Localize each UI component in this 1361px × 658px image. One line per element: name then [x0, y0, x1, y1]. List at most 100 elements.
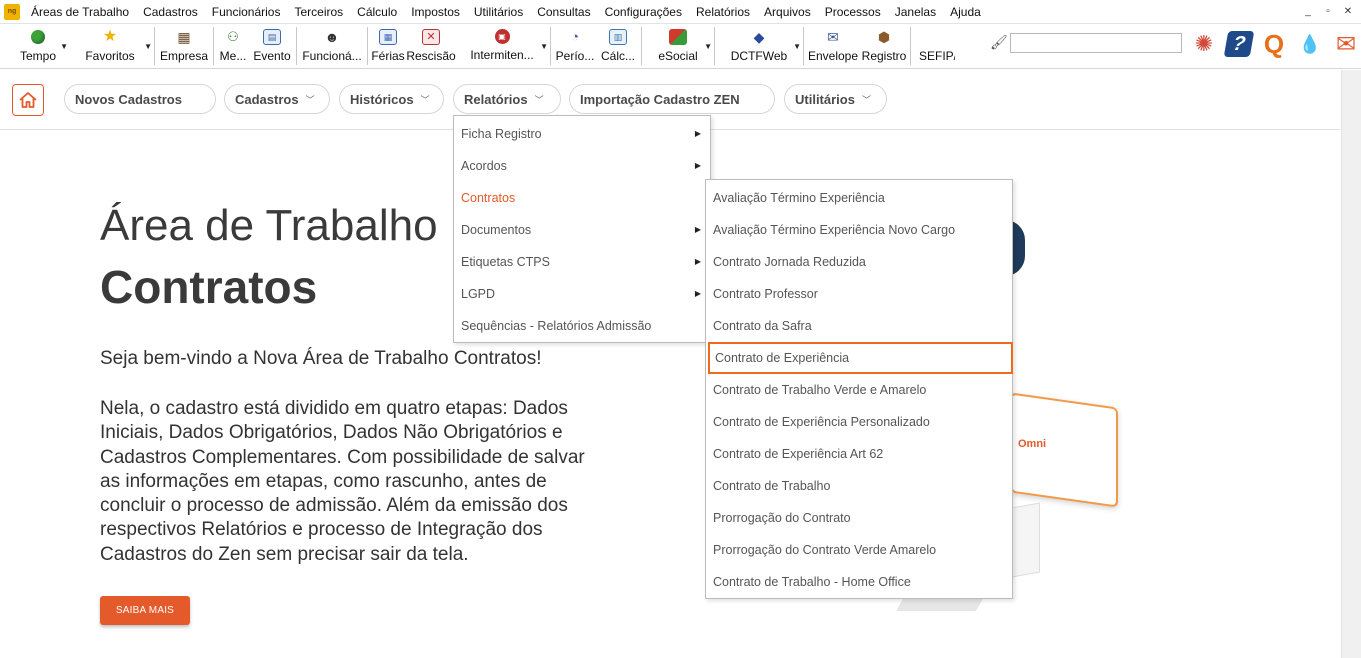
- toolbar-label: SEFIP/F: [919, 49, 955, 63]
- chevron-down-icon[interactable]: ▼: [704, 42, 712, 51]
- submenu-item[interactable]: Avaliação Término Experiência: [706, 182, 1012, 214]
- submenu-item[interactable]: Contrato Professor: [706, 278, 1012, 310]
- event-icon: ▤: [263, 29, 281, 45]
- menu-item-documentos[interactable]: Documentos ▶: [454, 214, 710, 246]
- window-controls: _ ▫ ✕: [1301, 5, 1355, 18]
- menu-item-label: Ficha Registro: [461, 127, 542, 141]
- toolbar-favoritos-button[interactable]: ★ Favoritos ▼: [68, 25, 152, 67]
- submenu-item[interactable]: Avaliação Término Experiência Novo Cargo: [706, 214, 1012, 246]
- menu-utilitarios[interactable]: Utilitários: [467, 0, 530, 24]
- menu-item-acordos[interactable]: Acordos ▶: [454, 150, 710, 182]
- menu-janelas[interactable]: Janelas: [888, 0, 943, 24]
- toolbar-funcionario-button[interactable]: ☻ Funcioná...: [299, 25, 365, 67]
- submenu-item[interactable]: Contrato de Trabalho - Home Office: [706, 566, 1012, 598]
- toolbar-periodo-button[interactable]: ◔ Perío...: [553, 25, 597, 67]
- toolbar-separator: [154, 27, 155, 65]
- submenu-item[interactable]: Prorrogação do Contrato Verde Amarelo: [706, 534, 1012, 566]
- toolbar-esocial-button[interactable]: eSocial ▼: [644, 25, 712, 67]
- people-icon: ⚇: [227, 29, 239, 44]
- nav-label: Cadastros: [235, 91, 299, 107]
- toolbar-separator: [641, 27, 642, 65]
- menu-item-label: Acordos: [461, 159, 507, 173]
- nav-utilitarios[interactable]: Utilitários ﹀: [784, 84, 887, 114]
- menu-consultas[interactable]: Consultas: [530, 0, 597, 24]
- menu-item-sequencias-relatorios-admissao[interactable]: Sequências - Relatórios Admissão: [454, 310, 710, 342]
- water-drop-icon[interactable]: 💧: [1296, 30, 1324, 58]
- menu-processos[interactable]: Processos: [818, 0, 888, 24]
- toolbar-ferias-button[interactable]: ▦ Férias: [370, 25, 406, 67]
- toolbar-envelope-button[interactable]: ✉ Envelope: [806, 25, 860, 67]
- weather-icon: [31, 30, 45, 44]
- chevron-right-icon: ▶: [694, 289, 701, 298]
- toolbar-separator: [714, 27, 715, 65]
- home-button[interactable]: [12, 84, 44, 116]
- decorative-logo: Omni: [1018, 438, 1047, 450]
- submenu-item-label: Contrato Professor: [713, 287, 818, 301]
- submenu-item-label: Contrato de Trabalho Verde e Amarelo: [713, 383, 927, 397]
- menu-item-label: LGPD: [461, 287, 496, 301]
- q-logo-icon[interactable]: Q: [1260, 29, 1288, 59]
- toolbar-calculo-button[interactable]: ▥ Cálc...: [597, 25, 639, 67]
- submenu-item[interactable]: Contrato Jornada Reduzida: [706, 246, 1012, 278]
- restore-icon[interactable]: ▫: [1321, 5, 1335, 18]
- toolbar-me-button[interactable]: ⚇ Me...: [216, 25, 250, 67]
- toolbar-search-input[interactable]: [1010, 33, 1182, 53]
- menu-configuracoes[interactable]: Configurações: [598, 0, 689, 24]
- toolbar-sefip-button[interactable]: SEFIP/F: [913, 25, 955, 67]
- toolbar-evento-button[interactable]: ▤ Evento: [250, 25, 294, 67]
- toolbar-intermitente-button[interactable]: ▣ Intermiten... ▼: [456, 25, 548, 67]
- submenu-item[interactable]: Contrato de Experiência Art 62: [706, 438, 1012, 470]
- menu-item-etiquetas-ctps[interactable]: Etiquetas CTPS ▶: [454, 246, 710, 278]
- saiba-mais-button[interactable]: SAIBA MAIS: [100, 596, 190, 625]
- toolbar-label: Cálc...: [600, 49, 635, 63]
- menu-areas-de-trabalho[interactable]: Áreas de Trabalho: [24, 0, 136, 24]
- vacation-icon: ▦: [379, 29, 397, 45]
- chevron-down-icon[interactable]: ▼: [540, 42, 548, 51]
- menu-item-label: Documentos: [461, 223, 532, 237]
- menu-item-contratos[interactable]: Contratos: [454, 182, 710, 214]
- submenu-item-contrato-de-experiencia[interactable]: Contrato de Experiência: [708, 342, 1013, 374]
- menu-item-label: Contratos: [461, 191, 516, 205]
- menu-item-lgpd[interactable]: LGPD ▶: [454, 278, 710, 310]
- menu-arquivos[interactable]: Arquivos: [757, 0, 818, 24]
- calc-icon: ▥: [609, 29, 627, 45]
- help-icon[interactable]: ?: [1223, 31, 1255, 57]
- submenu-item[interactable]: Prorrogação do Contrato: [706, 502, 1012, 534]
- toolbar-registro-button[interactable]: ⬢ Registro: [860, 25, 908, 67]
- chevron-down-icon[interactable]: ▼: [793, 42, 801, 51]
- brush-icon[interactable]: 🖌: [990, 34, 1008, 52]
- toolbar-dctfweb-button[interactable]: ◆ DCTFWeb ▼: [717, 25, 801, 67]
- menu-ajuda[interactable]: Ajuda: [943, 0, 988, 24]
- menu-cadastros[interactable]: Cadastros: [136, 0, 205, 24]
- chevron-right-icon: ▶: [694, 161, 701, 170]
- chevron-down-icon[interactable]: ▼: [144, 42, 152, 51]
- minimize-icon[interactable]: _: [1301, 5, 1315, 18]
- submenu-item[interactable]: Contrato de Trabalho: [706, 470, 1012, 502]
- toolbar-empresa-button[interactable]: ▦ Empresa: [157, 25, 211, 67]
- nav-relatorios[interactable]: Relatórios ﹀: [453, 84, 561, 114]
- submenu-item[interactable]: Contrato da Safra: [706, 310, 1012, 342]
- nav-novos-cadastros[interactable]: Novos Cadastros: [64, 84, 216, 114]
- close-icon[interactable]: ✕: [1341, 5, 1355, 18]
- toolbar-separator: [803, 27, 804, 65]
- sun-settings-icon[interactable]: ✺: [1190, 30, 1218, 58]
- submenu-item[interactable]: Contrato de Trabalho Verde e Amarelo: [706, 374, 1012, 406]
- termination-icon: ✕: [422, 29, 440, 45]
- nav-historicos[interactable]: Históricos ﹀: [339, 84, 444, 114]
- menu-calculo[interactable]: Cálculo: [350, 0, 404, 24]
- toolbar-rescisao-button[interactable]: ✕ Rescisão: [406, 25, 456, 67]
- submenu-item-label: Prorrogação do Contrato: [713, 511, 851, 525]
- toolbar-tempo-button[interactable]: Tempo ▼: [8, 25, 68, 67]
- nav-importacao-cadastro-zen[interactable]: Importação Cadastro ZEN: [569, 84, 775, 114]
- submenu-item[interactable]: Contrato de Experiência Personalizado: [706, 406, 1012, 438]
- menu-funcionarios[interactable]: Funcionários: [205, 0, 288, 24]
- chevron-down-icon[interactable]: ▼: [60, 42, 68, 51]
- mail-alert-icon[interactable]: ✉: [1332, 30, 1360, 58]
- vertical-scrollbar[interactable]: [1341, 70, 1361, 658]
- menu-terceiros[interactable]: Terceiros: [287, 0, 350, 24]
- menu-relatorios[interactable]: Relatórios: [689, 0, 757, 24]
- menu-item-ficha-registro[interactable]: Ficha Registro ▶: [454, 118, 710, 150]
- nav-cadastros[interactable]: Cadastros ﹀: [224, 84, 330, 114]
- toolbar-separator: [910, 27, 911, 65]
- menu-impostos[interactable]: Impostos: [404, 0, 467, 24]
